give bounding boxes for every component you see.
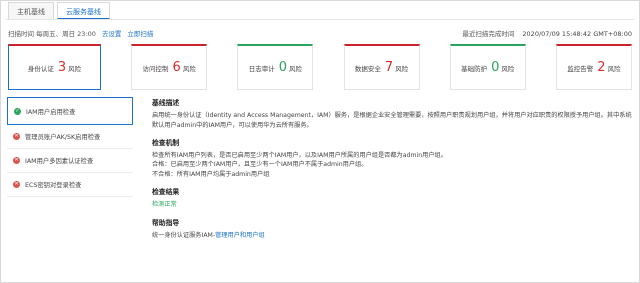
card-unit: 风险 [289,64,303,73]
section-title: 帮助指导 [152,218,180,227]
card-unit: 风险 [68,64,82,73]
check-fail-icon: ✕ [13,181,20,188]
section-title: 检查机制 [152,138,180,147]
mechanism-line: 检查所有IAM用户列表，是否已启用至少两个IAM用户，以及IAM用户所属的用户组… [152,152,447,160]
check-result-status: 检测正常 [152,201,177,209]
card-risk-count: 0 [278,60,288,75]
check-detail-panel: 基线描述 启用统一身份认证（Identity and Access Manage… [152,99,632,249]
check-item-label: 管理员账户AK/SK启用检查 [25,134,101,141]
scan-info-bar: 扫描时间 每周五、周日 23:00 去设置 立即扫描 最近扫描完成时间 2020/… [8,28,632,38]
card-risk-count: 6 [172,60,181,75]
card-risk-count: 7 [384,60,394,75]
check-item-label: IAM用户启用检查 [26,108,76,116]
mechanism-pass-rule: 合格：已启用至少两个IAM用户，且至少有一个IAM用户不属于admin用户组。 [152,161,368,169]
card-unit: 风险 [607,64,621,73]
help-link[interactable]: 管理用户和用户组 [215,232,265,239]
risk-category-cards: 身份认证 3 风险 访问控制 6 风险 日志审计 0 风险 数据安全 7 风险 … [8,44,632,90]
baseline-tabs: 主机基线 云服务基线 [8,2,113,20]
card-unit: 风险 [501,64,515,73]
card-basic-protection[interactable]: 基础防护 0 风险 [449,44,526,90]
scan-now-link[interactable]: 立即扫描 [127,28,153,38]
check-item-ecs-keypair[interactable]: ✕ ECS密钥对登录检查 [7,173,133,197]
baseline-description-section: 基线描述 启用统一身份认证（Identity and Access Manage… [152,99,632,130]
check-item-iam-user-enabled[interactable]: ✓ IAM用户启用检查 [7,97,133,125]
card-label: 身份认证 [27,64,54,73]
help-section: 帮助指导 统一身份认证服务IAM-管理用户和用户组 [152,219,632,241]
section-title: 检查结果 [152,188,180,197]
check-result-section: 检查结果 检测正常 [152,188,632,210]
check-fail-icon: ✕ [13,157,20,164]
check-item-label: IAM用户多因素认证检查 [25,158,94,165]
card-log-audit[interactable]: 日志审计 0 风险 [237,44,314,90]
card-label: 访问控制 [142,64,169,73]
tab-divider [6,19,634,20]
mechanism-fail-rule: 不合格：所有IAM用户均属于admin用户组 [152,170,270,178]
help-text: 统一身份认证服务IAM-管理用户和用户组 [152,231,632,240]
tab-cloud-service-baseline[interactable]: 云服务基线 [57,2,110,20]
help-prefix: 统一身份认证服务IAM- [152,231,216,239]
baseline-description-text: 启用统一身份认证（Identity and Access Management，… [152,112,632,129]
card-risk-count: 3 [57,60,67,75]
card-risk-count: 2 [597,60,606,75]
check-item-label: ECS密钥对登录检查 [25,182,82,189]
check-item-admin-aksk[interactable]: ✕ 管理员账户AK/SK启用检查 [7,125,133,149]
settings-link[interactable]: 去设置 [102,28,122,38]
card-monitor-alarm[interactable]: 监控告警 2 风险 [555,44,632,90]
check-mechanism-section: 检查机制 检查所有IAM用户列表，是否已启用至少两个IAM用户，以及IAM用户所… [152,139,632,179]
card-unit: 风险 [182,64,196,73]
last-scan-label: 最近扫描完成时间 [462,30,515,38]
last-scan-time: 2020/07/09 15:48:42 GMT+08:00 [522,30,632,38]
card-data-security[interactable]: 数据安全 7 风险 [343,44,420,90]
card-label: 数据安全 [354,64,381,73]
card-risk-count: 0 [491,60,500,75]
tab-host-baseline[interactable]: 主机基线 [8,2,54,20]
card-identity-auth[interactable]: 身份认证 3 风险 [8,44,101,90]
card-label: 日志审计 [248,64,275,73]
scan-schedule: 扫描时间 每周五、周日 23:00 [8,30,96,38]
check-item-list: ✓ IAM用户启用检查 ✕ 管理员账户AK/SK启用检查 ✕ IAM用户多因素认… [7,97,133,197]
card-label: 监控告警 [567,64,594,73]
section-title: 基线描述 [152,99,180,107]
check-fail-icon: ✕ [13,133,20,140]
last-scan-info: 最近扫描完成时间 2020/07/09 15:48:42 GMT+08:00 [462,28,632,38]
card-unit: 风险 [395,64,409,73]
card-label: 基础防护 [461,64,488,73]
check-pass-icon: ✓ [14,107,21,115]
card-access-control[interactable]: 访问控制 6 风险 [131,44,208,90]
check-item-iam-mfa[interactable]: ✕ IAM用户多因素认证检查 [7,149,133,173]
